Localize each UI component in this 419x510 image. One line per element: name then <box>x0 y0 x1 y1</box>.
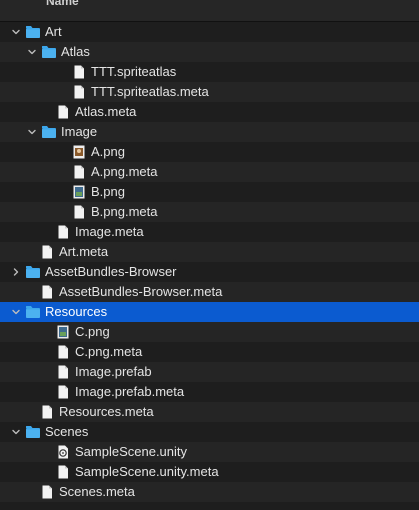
tree-row-ttt-spriteatlas-meta[interactable]: TTT.spriteatlas.meta <box>0 82 419 102</box>
folder-icon <box>41 125 57 139</box>
tree-row-ttt-spriteatlas[interactable]: TTT.spriteatlas <box>0 62 419 82</box>
document-icon <box>41 485 53 499</box>
tree-row-label: AssetBundles-Browser.meta <box>59 284 223 299</box>
document-icon <box>73 165 85 179</box>
tree-row-label: SampleScene.unity <box>75 444 188 459</box>
chevron-down-icon[interactable] <box>10 422 22 442</box>
tree-row-label: Art.meta <box>59 244 109 259</box>
document-icon <box>57 365 69 379</box>
tree-row-label: B.png <box>91 184 125 199</box>
tree-row-c-png-meta[interactable]: C.png.meta <box>0 342 419 362</box>
document-icon <box>41 405 53 419</box>
tree-row-label: Scenes.meta <box>59 484 135 499</box>
chevron-down-icon[interactable] <box>10 302 22 322</box>
tree-row-label: SampleScene.unity.meta <box>75 464 219 479</box>
tree-row-label: Art <box>45 24 62 39</box>
tree-row-label: B.png.meta <box>91 204 158 219</box>
folder-icon <box>25 305 41 319</box>
tree-row-a-png[interactable]: A.png <box>0 142 419 162</box>
name-column-header[interactable]: Name <box>0 0 419 22</box>
tree-row-label: Image.meta <box>75 224 144 239</box>
tree-row-assetbundles-browser[interactable]: AssetBundles-Browser <box>0 262 419 282</box>
chevron-down-icon[interactable] <box>26 42 38 62</box>
tree-row-resources[interactable]: Resources <box>0 302 419 322</box>
tree-row-image-meta[interactable]: Image.meta <box>0 222 419 242</box>
image-file-icon <box>73 145 85 159</box>
document-icon <box>73 205 85 219</box>
file-tree: Art Atlas TTT.spriteatlas TTT.spriteatlas.m… <box>0 22 419 502</box>
tree-row-label: AssetBundles-Browser <box>45 264 177 279</box>
document-icon <box>57 465 69 479</box>
document-icon <box>41 285 53 299</box>
tree-row-assetbundles-browser-meta[interactable]: AssetBundles-Browser.meta <box>0 282 419 302</box>
tree-row-label: TTT.spriteatlas.meta <box>91 84 209 99</box>
tree-row-label: A.png <box>91 144 125 159</box>
tree-row-art[interactable]: Art <box>0 22 419 42</box>
tree-row-label: C.png <box>75 324 110 339</box>
tree-row-samplescene-unity-meta[interactable]: SampleScene.unity.meta <box>0 462 419 482</box>
tree-row-c-png[interactable]: C.png <box>0 322 419 342</box>
tree-row-label: C.png.meta <box>75 344 143 359</box>
tree-row-a-png-meta[interactable]: A.png.meta <box>0 162 419 182</box>
folder-icon <box>41 45 57 59</box>
tree-row-scenes-meta[interactable]: Scenes.meta <box>0 482 419 502</box>
tree-row-image[interactable]: Image <box>0 122 419 142</box>
tree-row-atlas-meta[interactable]: Atlas.meta <box>0 102 419 122</box>
tree-row-label: Atlas.meta <box>75 104 137 119</box>
unity-scene-icon <box>57 445 69 459</box>
tree-row-label: Image <box>61 124 98 139</box>
document-icon <box>57 225 69 239</box>
image-file-icon <box>73 185 85 199</box>
document-icon <box>73 65 85 79</box>
tree-row-label: Image.prefab <box>75 364 152 379</box>
tree-row-resources-meta[interactable]: Resources.meta <box>0 402 419 422</box>
tree-row-scenes[interactable]: Scenes <box>0 422 419 442</box>
tree-row-samplescene-unity[interactable]: SampleScene.unity <box>0 442 419 462</box>
tree-row-label: A.png.meta <box>91 164 158 179</box>
name-column-label: Name <box>46 0 79 8</box>
tree-row-b-png[interactable]: B.png <box>0 182 419 202</box>
folder-icon <box>25 25 41 39</box>
tree-row-label: Resources.meta <box>59 404 154 419</box>
folder-icon <box>25 265 41 279</box>
document-icon <box>57 345 69 359</box>
tree-row-image-prefab-meta[interactable]: Image.prefab.meta <box>0 382 419 402</box>
tree-row-label: Resources <box>45 304 108 319</box>
folder-icon <box>25 425 41 439</box>
chevron-right-icon[interactable] <box>10 262 22 282</box>
tree-row-atlas[interactable]: Atlas <box>0 42 419 62</box>
image-file-icon <box>57 325 69 339</box>
document-icon <box>41 245 53 259</box>
chevron-down-icon[interactable] <box>10 22 22 42</box>
document-icon <box>57 105 69 119</box>
tree-row-label: TTT.spriteatlas <box>91 64 177 79</box>
tree-row-image-prefab[interactable]: Image.prefab <box>0 362 419 382</box>
tree-row-label: Atlas <box>61 44 90 59</box>
tree-row-art-meta[interactable]: Art.meta <box>0 242 419 262</box>
tree-row-label: Scenes <box>45 424 89 439</box>
document-icon <box>57 385 69 399</box>
tree-row-label: Image.prefab.meta <box>75 384 185 399</box>
document-icon <box>73 85 85 99</box>
chevron-down-icon[interactable] <box>26 122 38 142</box>
tree-row-b-png-meta[interactable]: B.png.meta <box>0 202 419 222</box>
